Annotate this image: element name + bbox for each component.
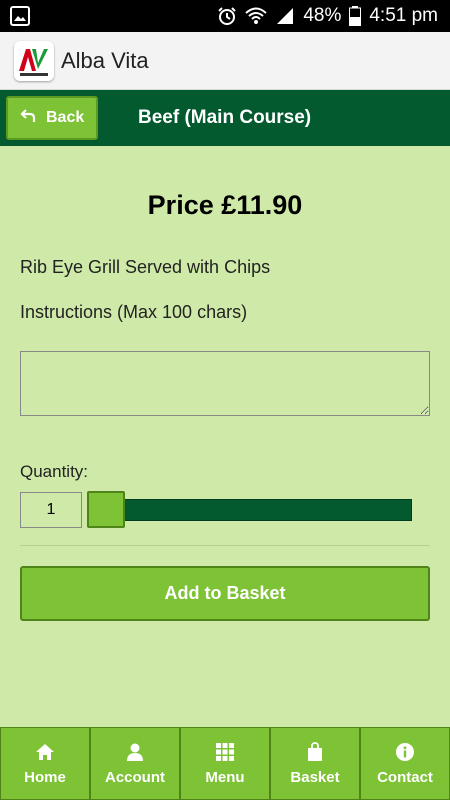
add-to-basket-button[interactable]: Add to Basket xyxy=(20,566,430,621)
footer-nav: Home Account Menu Basket Contact xyxy=(0,727,450,800)
instructions-label: Instructions (Max 100 chars) xyxy=(20,302,248,322)
battery-icon xyxy=(349,6,362,26)
instructions-textarea[interactable] xyxy=(20,351,430,416)
quantity-slider-track[interactable] xyxy=(92,499,412,521)
user-icon xyxy=(126,741,144,763)
gallery-icon xyxy=(10,6,30,26)
home-icon xyxy=(35,741,55,763)
nav-contact[interactable]: Contact xyxy=(360,727,450,800)
nav-basket-label: Basket xyxy=(290,769,340,786)
price-label: Price £11.90 xyxy=(147,190,303,220)
product-description: Rib Eye Grill Served with Chips xyxy=(20,257,271,277)
clock-time: 4:51 pm xyxy=(369,5,438,26)
nav-contact-label: Contact xyxy=(377,769,433,786)
nav-home[interactable]: Home xyxy=(0,727,90,800)
nav-menu-label: Menu xyxy=(205,769,245,786)
back-button[interactable]: Back xyxy=(6,96,98,140)
signal-icon xyxy=(275,6,295,26)
quantity-slider-handle[interactable] xyxy=(87,491,125,528)
back-arrow-icon xyxy=(20,108,36,129)
divider xyxy=(20,545,430,546)
back-button-label: Back xyxy=(46,109,85,126)
app-title: Alba Vita xyxy=(61,48,149,73)
nav-account[interactable]: Account xyxy=(90,727,180,800)
app-logo xyxy=(14,41,54,81)
app-bar: Alba Vita xyxy=(0,32,450,90)
status-bar: 48% 4:51 pm xyxy=(0,0,450,32)
quantity-input[interactable] xyxy=(20,492,82,528)
battery-percent: 48% xyxy=(303,5,342,26)
shopping-bag-icon xyxy=(307,741,323,763)
page-header: Back Beef (Main Course) xyxy=(0,90,450,146)
nav-home-label: Home xyxy=(24,769,66,786)
nav-account-label: Account xyxy=(105,769,165,786)
info-icon xyxy=(396,741,414,763)
page-title: Beef (Main Course) xyxy=(138,107,312,128)
grid-icon xyxy=(216,741,234,763)
alarm-icon xyxy=(217,6,237,26)
nav-menu[interactable]: Menu xyxy=(180,727,270,800)
quantity-label: Quantity: xyxy=(20,462,89,481)
wifi-icon xyxy=(245,7,267,25)
nav-basket[interactable]: Basket xyxy=(270,727,360,800)
